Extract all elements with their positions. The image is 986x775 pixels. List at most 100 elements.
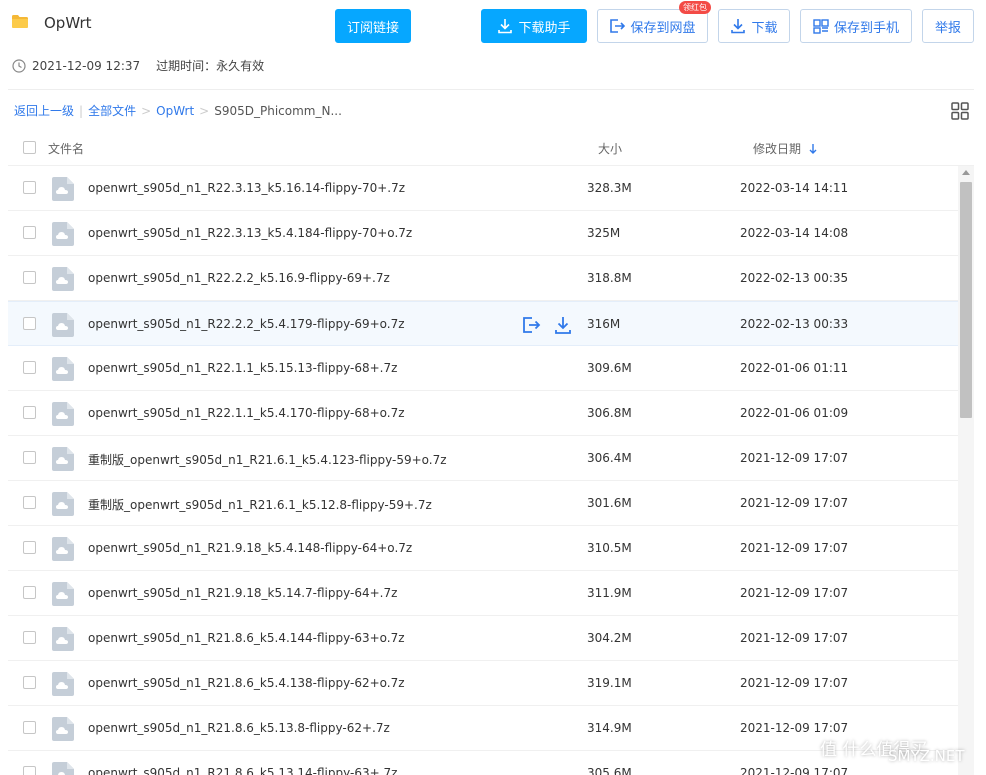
column-date[interactable]: 修改日期 [753, 140, 817, 157]
row-checkbox[interactable] [23, 676, 36, 689]
file-cloud-icon [52, 717, 74, 741]
file-name[interactable]: openwrt_s905d_n1_R22.2.2_k5.4.179-flippy… [88, 317, 405, 331]
file-size: 304.2M [587, 631, 632, 645]
file-cloud-icon [52, 313, 74, 337]
row-checkbox[interactable] [23, 226, 36, 239]
table-row[interactable]: openwrt_s905d_n1_R22.1.1_k5.15.13-flippy… [8, 346, 958, 391]
breadcrumb: 返回上一级 | 全部文件 > OpWrt > S905D_Phicomm_N..… [14, 102, 342, 119]
row-checkbox[interactable] [23, 631, 36, 644]
select-all-checkbox[interactable] [23, 141, 36, 154]
file-date: 2021-12-09 17:07 [740, 631, 849, 645]
red-packet-badge[interactable]: 领红包 [679, 1, 711, 14]
breadcrumb-separator: | [79, 103, 84, 118]
row-checkbox[interactable] [23, 496, 36, 509]
watermark: 值 什么值得买 SMYZ.NET [820, 735, 965, 765]
table-row[interactable]: openwrt_s905d_n1_R21.9.18_k5.14.7-flippy… [8, 571, 958, 616]
scroll-up-arrow[interactable] [962, 170, 970, 175]
column-size[interactable]: 大小 [598, 140, 622, 157]
table-row[interactable]: openwrt_s905d_n1_R21.8.6_k5.13.8-flippy-… [8, 706, 958, 751]
file-size: 306.4M [587, 451, 632, 465]
report-label: 举报 [934, 20, 961, 36]
phone-icon [813, 19, 829, 34]
column-name[interactable]: 文件名 [48, 140, 84, 157]
file-size: 316M [587, 317, 621, 331]
save-to-disk-button[interactable]: 保存到网盘 领红包 [597, 1, 711, 43]
file-date: 2021-12-09 17:07 [740, 586, 849, 600]
save-to-phone-button[interactable]: 保存到手机 [800, 9, 912, 43]
file-size: 328.3M [587, 181, 632, 195]
file-cloud-icon [52, 357, 74, 381]
table-row[interactable]: 重制版_openwrt_s905d_n1_R21.6.1_k5.4.123-fl… [8, 436, 958, 481]
file-size: 325M [587, 226, 621, 240]
table-row[interactable]: openwrt_s905d_n1_R21.8.6_k5.4.144-flippy… [8, 616, 958, 661]
table-row[interactable]: 重制版_openwrt_s905d_n1_R21.6.1_k5.12.8-fli… [8, 481, 958, 526]
table-row[interactable]: openwrt_s905d_n1_R21.8.6_k5.13.14-flippy… [8, 751, 958, 775]
row-checkbox[interactable] [23, 406, 36, 419]
file-name[interactable]: openwrt_s905d_n1_R21.8.6_k5.13.8-flippy-… [88, 721, 390, 735]
file-date: 2022-01-06 01:11 [740, 361, 849, 375]
table-row[interactable]: openwrt_s905d_n1_R22.2.2_k5.16.9-flippy-… [8, 256, 958, 301]
table-row[interactable]: openwrt_s905d_n1_R22.3.13_k5.4.184-flipp… [8, 211, 958, 256]
clock-icon [12, 58, 26, 73]
row-checkbox[interactable] [23, 586, 36, 599]
subscribe-button[interactable]: 订阅链接 [335, 9, 411, 43]
file-cloud-icon [52, 267, 74, 291]
row-checkbox[interactable] [23, 721, 36, 734]
table-row[interactable]: openwrt_s905d_n1_R22.2.2_k5.4.179-flippy… [8, 301, 958, 346]
scrollbar[interactable] [958, 166, 974, 775]
file-name[interactable]: openwrt_s905d_n1_R21.8.6_k5.4.138-flippy… [88, 676, 405, 690]
expire-text: 过期时间：永久有效 [156, 59, 265, 73]
row-checkbox[interactable] [23, 181, 36, 194]
row-checkbox[interactable] [23, 766, 36, 775]
file-name[interactable]: openwrt_s905d_n1_R21.9.18_k5.14.7-flippy… [88, 586, 397, 600]
file-name[interactable]: openwrt_s905d_n1_R21.8.6_k5.13.14-flippy… [88, 766, 397, 775]
download-icon[interactable] [553, 315, 573, 335]
file-name[interactable]: openwrt_s905d_n1_R21.9.18_k5.4.148-flipp… [88, 541, 412, 555]
file-name[interactable]: openwrt_s905d_n1_R21.8.6_k5.4.144-flippy… [88, 631, 405, 645]
divider [8, 89, 974, 90]
file-date: 2022-01-06 01:09 [740, 406, 849, 420]
file-name[interactable]: openwrt_s905d_n1_R22.2.2_k5.16.9-flippy-… [88, 271, 390, 285]
file-name[interactable]: openwrt_s905d_n1_R22.1.1_k5.15.13-flippy… [88, 361, 397, 375]
file-size: 310.5M [587, 541, 632, 555]
table-row[interactable]: openwrt_s905d_n1_R22.3.13_k5.16.14-flipp… [8, 166, 958, 211]
table-row[interactable]: openwrt_s905d_n1_R22.1.1_k5.4.170-flippy… [8, 391, 958, 436]
file-size: 301.6M [587, 496, 632, 510]
sort-down-icon [809, 144, 817, 154]
page-title: OpWrt [44, 14, 92, 32]
row-checkbox[interactable] [23, 451, 36, 464]
file-name[interactable]: 重制版_openwrt_s905d_n1_R21.6.1_k5.12.8-fli… [88, 496, 432, 513]
scroll-thumb[interactable] [960, 182, 972, 418]
row-checkbox[interactable] [23, 361, 36, 374]
all-files-link[interactable]: 全部文件 [88, 102, 136, 119]
row-actions [521, 315, 573, 335]
watermark-sub: SMYZ.NET [888, 747, 965, 765]
grid-view-icon[interactable] [951, 102, 969, 120]
file-name[interactable]: openwrt_s905d_n1_R22.3.13_k5.4.184-flipp… [88, 226, 412, 240]
table-row[interactable]: openwrt_s905d_n1_R21.9.18_k5.4.148-flipp… [8, 526, 958, 571]
file-name[interactable]: 重制版_openwrt_s905d_n1_R21.6.1_k5.4.123-fl… [88, 451, 447, 468]
subscribe-label: 订阅链接 [346, 20, 399, 36]
table-row[interactable]: openwrt_s905d_n1_R21.8.6_k5.4.138-flippy… [8, 661, 958, 706]
file-date: 2021-12-09 17:07 [740, 721, 849, 735]
file-cloud-icon [52, 762, 74, 775]
file-date: 2021-12-09 17:07 [740, 496, 849, 510]
folder-icon [12, 15, 28, 28]
file-size: 319.1M [587, 676, 632, 690]
back-link[interactable]: 返回上一级 [14, 102, 74, 119]
current-folder: S905D_Phicomm_N... [214, 103, 342, 118]
download-helper-button[interactable]: 下载助手 [481, 9, 587, 43]
folder-link[interactable]: OpWrt [156, 104, 194, 118]
file-cloud-icon [52, 402, 74, 426]
row-checkbox[interactable] [23, 317, 36, 330]
row-checkbox[interactable] [23, 271, 36, 284]
save-to-disk-icon [610, 19, 626, 33]
file-name[interactable]: openwrt_s905d_n1_R22.3.13_k5.16.14-flipp… [88, 181, 405, 195]
breadcrumb-separator: > [199, 103, 210, 118]
row-checkbox[interactable] [23, 541, 36, 554]
save-to-disk-icon[interactable] [521, 315, 541, 335]
file-name[interactable]: openwrt_s905d_n1_R22.1.1_k5.4.170-flippy… [88, 406, 405, 420]
report-button[interactable]: 举报 [922, 9, 974, 43]
file-cloud-icon [52, 537, 74, 561]
download-button[interactable]: 下载 [718, 9, 790, 43]
